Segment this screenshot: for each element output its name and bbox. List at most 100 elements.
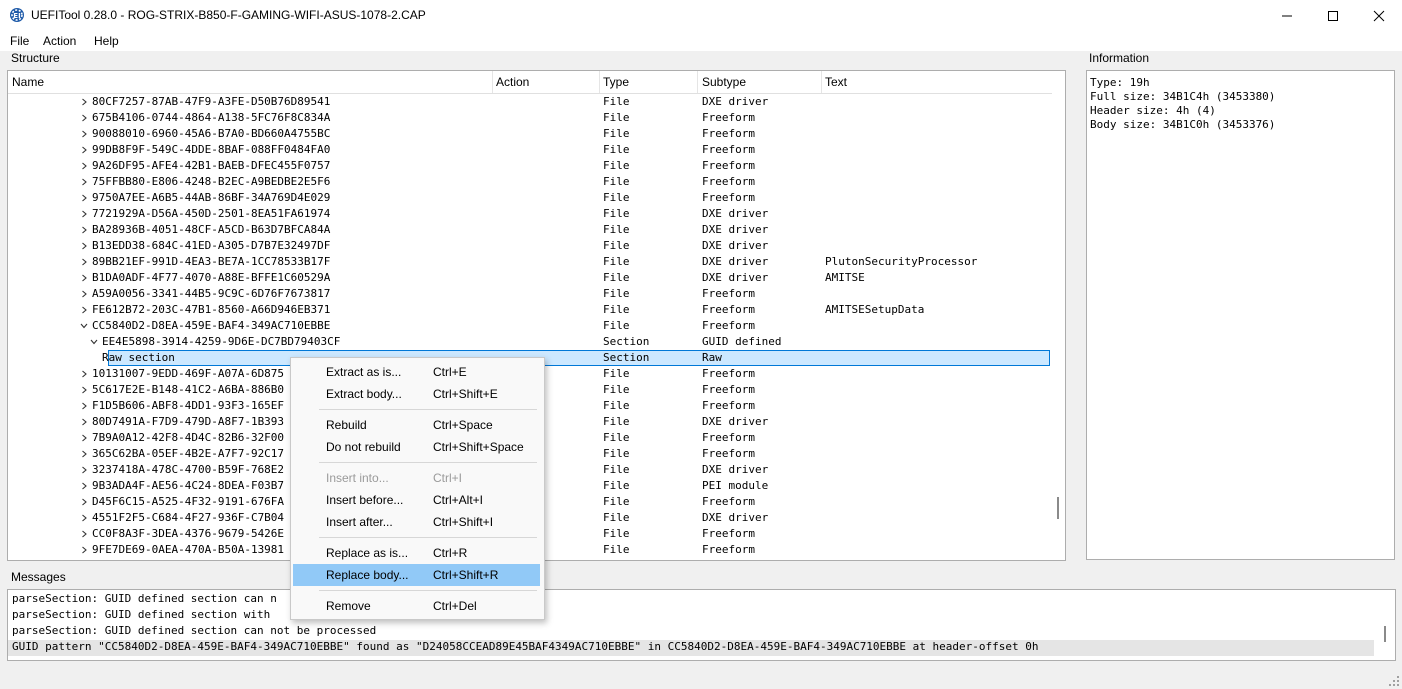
tree-row[interactable]: 99DB8F9F-549C-4DDE-8BAF-088FF0484FA0 File… xyxy=(8,142,1052,158)
menu-action[interactable]: Action xyxy=(43,34,76,48)
column-action[interactable]: Action xyxy=(496,75,529,93)
chevron-down-icon[interactable] xyxy=(80,322,88,330)
chevron-right-icon[interactable] xyxy=(80,98,88,106)
chevron-right-icon[interactable] xyxy=(80,162,88,170)
column-text[interactable]: Text xyxy=(825,75,847,93)
menu-item-extract-body[interactable]: Extract body... Ctrl+Shift+E xyxy=(293,383,540,405)
messages-scroll-thumb[interactable] xyxy=(1384,626,1386,642)
tree-cell-name: 80CF7257-87AB-47F9-A3FE-D50B76D89541 xyxy=(92,95,331,108)
chevron-right-icon[interactable] xyxy=(80,290,88,298)
menu-file[interactable]: File xyxy=(10,34,29,48)
chevron-right-icon[interactable] xyxy=(80,194,88,202)
menu-item-insert-before[interactable]: Insert before... Ctrl+Alt+I xyxy=(293,489,540,511)
chevron-right-icon[interactable] xyxy=(80,146,88,154)
tree-cell-subtype: Freeform xyxy=(702,175,755,188)
chevron-right-icon[interactable] xyxy=(80,178,88,186)
tree-cell-type: File xyxy=(603,415,630,428)
column-type[interactable]: Type xyxy=(603,75,629,93)
menu-item-shortcut: Ctrl+Shift+Space xyxy=(433,440,524,454)
chevron-right-icon[interactable] xyxy=(80,482,88,490)
tree-row[interactable]: 89BB21EF-991D-4EA3-BE7A-1CC78533B17F File… xyxy=(8,254,1052,270)
menu-item-shortcut: Ctrl+Space xyxy=(433,418,493,432)
minimize-button[interactable] xyxy=(1264,0,1310,31)
title-bar: EI UEFITool 0.28.0 - ROG-STRIX-B850-F-GA… xyxy=(0,0,1402,31)
chevron-right-icon[interactable] xyxy=(80,450,88,458)
tree-row[interactable]: A59A0056-3341-44B5-9C9C-6D76F7673817 File… xyxy=(8,286,1052,302)
tree-cell-subtype: Freeform xyxy=(702,303,755,316)
resize-grip-icon[interactable] xyxy=(1388,675,1400,687)
chevron-right-icon[interactable] xyxy=(80,370,88,378)
menu-item-insert-into: Insert into... Ctrl+I xyxy=(293,467,540,489)
menu-item-replace-body[interactable]: Replace body... Ctrl+Shift+R xyxy=(293,564,540,586)
close-button[interactable] xyxy=(1356,0,1402,31)
maximize-button[interactable] xyxy=(1310,0,1356,31)
tree-cell-name: 9A26DF95-AFE4-42B1-BAEB-DFEC455F0757 xyxy=(92,159,331,172)
tree-row[interactable]: BA28936B-4051-48CF-A5CD-B63D7BFCA84A File… xyxy=(8,222,1052,238)
column-subtype[interactable]: Subtype xyxy=(702,75,746,93)
menu-help[interactable]: Help xyxy=(94,34,119,48)
chevron-right-icon[interactable] xyxy=(80,418,88,426)
chevron-down-icon[interactable] xyxy=(90,338,98,346)
tree-cell-type: File xyxy=(603,383,630,396)
menu-item-rebuild[interactable]: Rebuild Ctrl+Space xyxy=(293,414,540,436)
chevron-right-icon[interactable] xyxy=(80,306,88,314)
message-line[interactable]: parseSection: GUID defined section can n xyxy=(12,592,277,608)
tree-cell-name: 4551F2F5-C684-4F27-936F-C7B04 xyxy=(92,511,285,524)
chevron-right-icon[interactable] xyxy=(80,466,88,474)
chevron-right-icon[interactable] xyxy=(80,130,88,138)
chevron-right-icon[interactable] xyxy=(80,498,88,506)
tree-cell-text: AMITSESetupData xyxy=(825,303,925,316)
messages-list[interactable]: parseSection: GUID defined section can n… xyxy=(7,589,1396,661)
tree-cell-type: File xyxy=(603,175,630,188)
tree-scroll-thumb[interactable] xyxy=(1057,497,1059,519)
chevron-right-icon[interactable] xyxy=(80,386,88,394)
tree-row[interactable]: 80CF7257-87AB-47F9-A3FE-D50B76D89541 File… xyxy=(8,94,1052,110)
menu-item-shortcut: Ctrl+Alt+I xyxy=(433,493,484,507)
tree-cell-name: 9750A7EE-A6B5-44AB-86BF-34A769D4E029 xyxy=(92,191,331,204)
tree-row[interactable]: 7721929A-D56A-450D-2501-8EA51FA61974 File… xyxy=(8,206,1052,222)
tree-row[interactable]: 675B4106-0744-4864-A138-5FC76F8C834A File… xyxy=(8,110,1052,126)
chevron-right-icon[interactable] xyxy=(80,530,88,538)
chevron-right-icon[interactable] xyxy=(80,402,88,410)
message-line-selected[interactable]: GUID pattern "CC5840D2-D8EA-459E-BAF4-34… xyxy=(8,640,1374,656)
tree-row[interactable]: 9A26DF95-AFE4-42B1-BAEB-DFEC455F0757 File… xyxy=(8,158,1052,174)
menu-item-insert-after[interactable]: Insert after... Ctrl+Shift+I xyxy=(293,511,540,533)
tree-cell-type: File xyxy=(603,223,630,236)
tree-row[interactable]: 9750A7EE-A6B5-44AB-86BF-34A769D4E029 File… xyxy=(8,190,1052,206)
tree-cell-subtype: Freeform xyxy=(702,527,755,540)
chevron-right-icon[interactable] xyxy=(80,514,88,522)
tree-cell-subtype: GUID defined xyxy=(702,335,782,348)
tree-cell-name: 10131007-9EDD-469F-A07A-6D875 xyxy=(92,367,285,380)
chevron-right-icon[interactable] xyxy=(80,274,88,282)
tree-row[interactable]: 75FFBB80-E806-4248-B2EC-A9BEDBE2E5F6 File… xyxy=(8,174,1052,190)
chevron-right-icon[interactable] xyxy=(80,114,88,122)
tree-vertical-scrollbar[interactable] xyxy=(1053,71,1064,560)
chevron-right-icon[interactable] xyxy=(80,242,88,250)
tree-row[interactable]: 90088010-6960-45A6-B7A0-BD660A4755BC File… xyxy=(8,126,1052,142)
column-name[interactable]: Name xyxy=(12,75,44,93)
tree-cell-type: File xyxy=(603,543,630,556)
tree-row[interactable]: B13EDD38-684C-41ED-A305-D7B7E32497DF File… xyxy=(8,238,1052,254)
chevron-right-icon[interactable] xyxy=(80,210,88,218)
chevron-right-icon[interactable] xyxy=(80,258,88,266)
tree-cell-type: File xyxy=(603,239,630,252)
message-line[interactable]: parseSection: GUID defined section with xyxy=(12,608,270,624)
tree-row[interactable]: B1DA0ADF-4F77-4070-A88E-BFFE1C60529A File… xyxy=(8,270,1052,286)
tree-row[interactable]: EE4E5898-3914-4259-9D6E-DC7BD79403CF Sect… xyxy=(8,334,1052,350)
tree-header: Name Action Type Subtype Text xyxy=(8,71,1052,94)
tree-cell-type: File xyxy=(603,191,630,204)
message-line[interactable]: parseSection: GUID defined section can n… xyxy=(12,624,376,640)
tree-row[interactable]: FE612B72-203C-47B1-8560-A66D946EB371 File… xyxy=(8,302,1052,318)
menu-item-remove[interactable]: Remove Ctrl+Del xyxy=(293,595,540,617)
tree-cell-subtype: Freeform xyxy=(702,399,755,412)
chevron-right-icon[interactable] xyxy=(80,434,88,442)
menu-item-do-not-rebuild[interactable]: Do not rebuild Ctrl+Shift+Space xyxy=(293,436,540,458)
tree-row[interactable]: CC5840D2-D8EA-459E-BAF4-349AC710EBBE File… xyxy=(8,318,1052,334)
menu-item-replace-as-is[interactable]: Replace as is... Ctrl+R xyxy=(293,542,540,564)
tree-cell-type: File xyxy=(603,287,630,300)
window-title: UEFITool 0.28.0 - ROG-STRIX-B850-F-GAMIN… xyxy=(31,8,426,22)
menu-item-extract-as-is[interactable]: Extract as is... Ctrl+E xyxy=(293,361,540,383)
chevron-right-icon[interactable] xyxy=(80,226,88,234)
tree-cell-name: F1D5B606-ABF8-4DD1-93F3-165EF xyxy=(92,399,285,412)
chevron-right-icon[interactable] xyxy=(80,546,88,554)
